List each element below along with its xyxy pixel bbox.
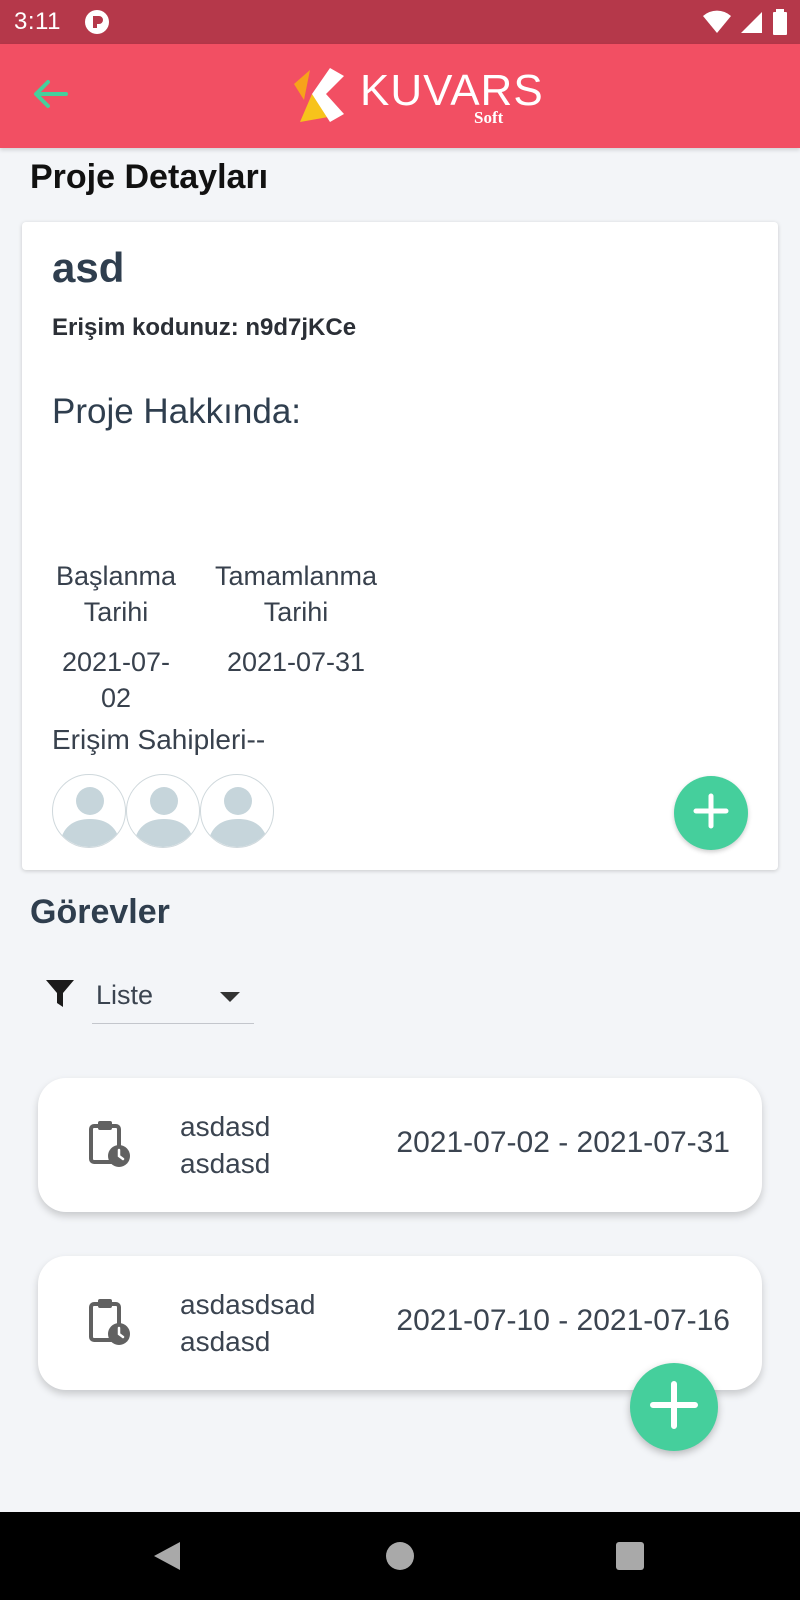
- chevron-down-icon: [220, 992, 240, 1002]
- start-date-label: Başlanma Tarihi: [55, 561, 177, 627]
- status-time: 3:11: [14, 8, 61, 35]
- add-owner-button[interactable]: [674, 776, 748, 850]
- start-date-value: 2021-07-02: [61, 647, 171, 713]
- avatar[interactable]: [52, 774, 126, 848]
- task-names: asdasd asdasd: [180, 1108, 270, 1182]
- task-title: asdasd: [180, 1111, 271, 1142]
- arrow-left-icon: [32, 79, 68, 114]
- task-card[interactable]: asdasd asdasd 2021-07-02 - 2021-07-31: [38, 1078, 762, 1212]
- task-title: asdasdsad: [180, 1289, 316, 1320]
- nav-back-icon[interactable]: [152, 1540, 182, 1577]
- add-task-button[interactable]: [630, 1363, 718, 1451]
- nav-home-icon[interactable]: [386, 1542, 414, 1570]
- battery-icon: [772, 9, 788, 40]
- system-navigation-bar: [0, 1512, 800, 1600]
- page-title: Proje Detayları: [30, 158, 269, 196]
- task-subtitle: asdasd: [180, 1326, 271, 1357]
- clipboard-clock-icon: [88, 1120, 132, 1168]
- wifi-icon: [702, 10, 732, 39]
- end-date-value: 2021-07-31: [226, 647, 366, 677]
- user-placeholder-icon: [207, 787, 269, 847]
- user-placeholder-icon: [59, 787, 121, 847]
- access-code: Erişim kodunuz: n9d7jKCe: [52, 314, 357, 341]
- plus-icon: [693, 793, 729, 834]
- logo-mark-icon: [294, 68, 344, 122]
- task-date-range: 2021-07-10 - 2021-07-16: [396, 1304, 730, 1337]
- owners-avatars: [52, 774, 274, 848]
- avatar[interactable]: [200, 774, 274, 848]
- start-date-column: Başlanma Tarihi 2021-07-02: [50, 558, 182, 716]
- project-detail-card: asd Erişim kodunuz: n9d7jKCe Proje Hakkı…: [22, 222, 778, 870]
- back-button[interactable]: [28, 74, 72, 118]
- nav-recents-icon[interactable]: [616, 1542, 644, 1570]
- task-date-range: 2021-07-02 - 2021-07-31: [396, 1126, 730, 1159]
- signal-icon: [740, 10, 764, 39]
- avatar[interactable]: [126, 774, 200, 848]
- filter-icon: [44, 978, 76, 1010]
- project-name: asd: [52, 244, 125, 291]
- dropdown-value: Liste: [96, 980, 154, 1010]
- task-filter: Liste: [44, 972, 256, 1024]
- task-names: asdasdsad asdasd: [180, 1286, 315, 1360]
- kuvars-logo: KUVARS Soft: [290, 64, 543, 128]
- app-bar: KUVARS Soft: [0, 44, 800, 148]
- clipboard-clock-icon: [88, 1298, 132, 1346]
- task-subtitle: asdasd: [180, 1148, 271, 1179]
- status-bar: 3:11: [0, 0, 800, 44]
- user-placeholder-icon: [133, 787, 195, 847]
- view-mode-dropdown[interactable]: Liste: [92, 972, 254, 1024]
- plus-icon: [649, 1380, 699, 1435]
- app-notification-icon: [84, 9, 110, 35]
- logo-subtext: Soft: [474, 108, 504, 127]
- owners-label: Erişim Sahipleri--: [52, 724, 266, 755]
- logo-text: KUVARS: [360, 66, 544, 115]
- tasks-title: Görevler: [30, 893, 170, 931]
- end-date-column: Tamamlanma Tarihi 2021-07-31: [206, 558, 386, 680]
- about-label: Proje Hakkında:: [52, 392, 302, 431]
- end-date-label: Tamamlanma Tarihi: [214, 561, 378, 627]
